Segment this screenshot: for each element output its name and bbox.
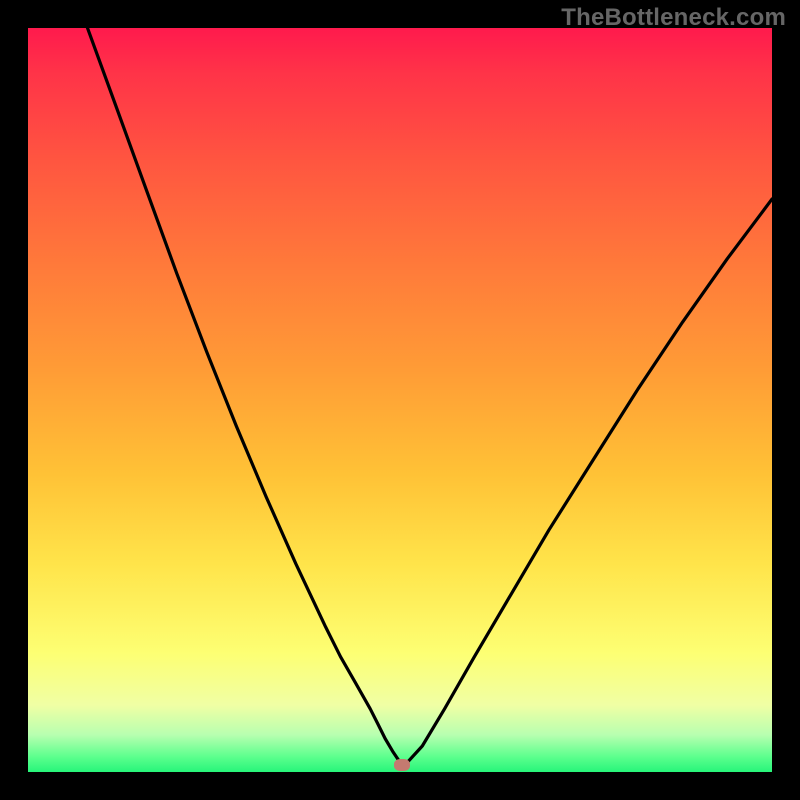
- chart-frame: TheBottleneck.com: [0, 0, 800, 800]
- bottleneck-curve: [28, 28, 772, 772]
- watermark-text: TheBottleneck.com: [561, 4, 786, 32]
- optimal-point-marker: [394, 759, 410, 771]
- plot-area: [28, 28, 772, 772]
